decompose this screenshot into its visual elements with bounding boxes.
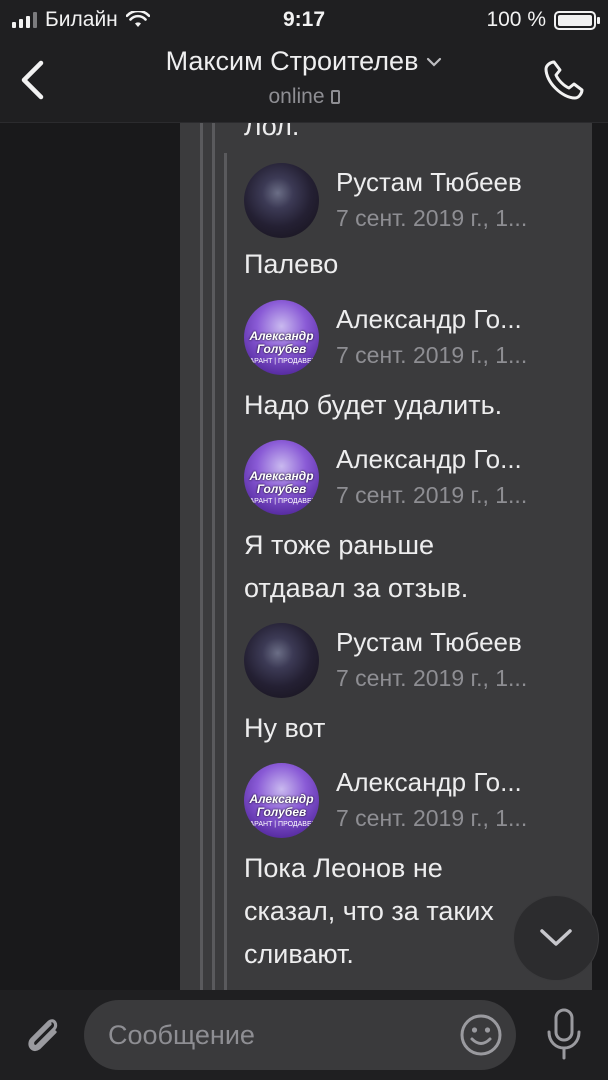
message-input-placeholder: Сообщение	[108, 1019, 255, 1050]
message-date: 7 сент. 2019 г., 1...	[336, 805, 528, 831]
mic-button[interactable]	[540, 1006, 588, 1062]
paperclip-icon	[28, 1019, 58, 1052]
message-text: Лол.	[244, 123, 300, 141]
emoji-icon	[460, 1014, 502, 1056]
avatar[interactable]: Александр Голубев ГАРАНТ | ПРОДАВЕЦ	[244, 763, 319, 838]
avatar[interactable]: Александр Голубев ГАРАНТ | ПРОДАВЕЦ	[244, 440, 319, 515]
message-text: сливают.	[244, 939, 354, 969]
avatar-subcaption: ГАРАНТ | ПРОДАВЕЦ	[246, 498, 317, 505]
avatar-caption: Александр Голубев	[249, 329, 314, 356]
avatar-caption: Александр Голубев	[249, 792, 314, 819]
chat-area[interactable]: Лол. Рустам Тюбеев 7 сент. 2019 г., 1...…	[0, 123, 608, 990]
scroll-down-button[interactable]	[514, 896, 598, 980]
chat-title-area[interactable]: Максим Строителев online	[120, 46, 488, 109]
avatar-subcaption: ГАРАНТ | ПРОДАВЕЦ	[246, 358, 317, 365]
forward-indicator-line	[224, 153, 227, 990]
chevron-down-icon	[540, 929, 572, 946]
message-input[interactable]: Сообщение	[84, 1000, 516, 1070]
microphone-icon	[547, 1008, 581, 1060]
phone-icon	[544, 60, 584, 100]
back-icon	[21, 60, 44, 100]
back-button[interactable]	[12, 52, 52, 108]
status-right: 100 %	[486, 8, 600, 32]
avatar[interactable]	[244, 623, 319, 698]
chat-status-row: online	[268, 85, 340, 109]
message-text: Надо будет удалить.	[244, 390, 503, 420]
message-text: отдавал за отзыв.	[244, 573, 469, 603]
message-text: Палево	[244, 249, 339, 279]
chat-header: Максим Строителев online	[0, 40, 608, 123]
message-date: 7 сент. 2019 г., 1...	[336, 482, 528, 508]
chat-title-row[interactable]: Максим Строителев	[166, 46, 443, 77]
message-date: 7 сент. 2019 г., 1...	[336, 205, 528, 231]
sender-name: Александр Го...	[336, 767, 522, 797]
battery-label: 100 %	[486, 8, 546, 31]
message-text: сказал, что за таких	[244, 896, 494, 926]
status-bar: Билайн 9:17 100 %	[0, 0, 608, 40]
avatar[interactable]: Александр Голубев ГАРАНТ | ПРОДАВЕЦ	[244, 300, 319, 375]
battery-icon	[554, 10, 600, 30]
message-date: 7 сент. 2019 г., 1...	[336, 342, 528, 368]
call-button[interactable]	[540, 56, 588, 104]
forward-indicator-line	[212, 123, 215, 990]
sender-name: Александр Го...	[336, 304, 522, 334]
avatar-subcaption: ГАРАНТ | ПРОДАВЕЦ	[246, 821, 317, 828]
attach-button[interactable]	[20, 1012, 64, 1056]
chat-title: Максим Строителев	[165, 46, 419, 76]
chat-status: online	[268, 85, 325, 108]
message-text: Пока Леонов не	[244, 853, 443, 883]
chevron-down-icon	[427, 57, 442, 67]
sender-name: Александр Го...	[336, 444, 522, 474]
sender-name: Рустам Тюбеев	[336, 627, 522, 657]
forward-indicator-line	[200, 123, 203, 990]
avatar[interactable]	[244, 163, 319, 238]
mobile-device-icon	[330, 90, 340, 104]
message-text: Ну вот	[244, 713, 326, 743]
input-bar: Сообщение	[0, 990, 608, 1080]
emoji-button[interactable]	[458, 1012, 504, 1058]
avatar-caption: Александр Голубев	[249, 469, 314, 496]
message-text: Я тоже раньше	[244, 530, 435, 560]
sender-name: Рустам Тюбеев	[336, 167, 522, 197]
message-date: 7 сент. 2019 г., 1...	[336, 665, 528, 691]
